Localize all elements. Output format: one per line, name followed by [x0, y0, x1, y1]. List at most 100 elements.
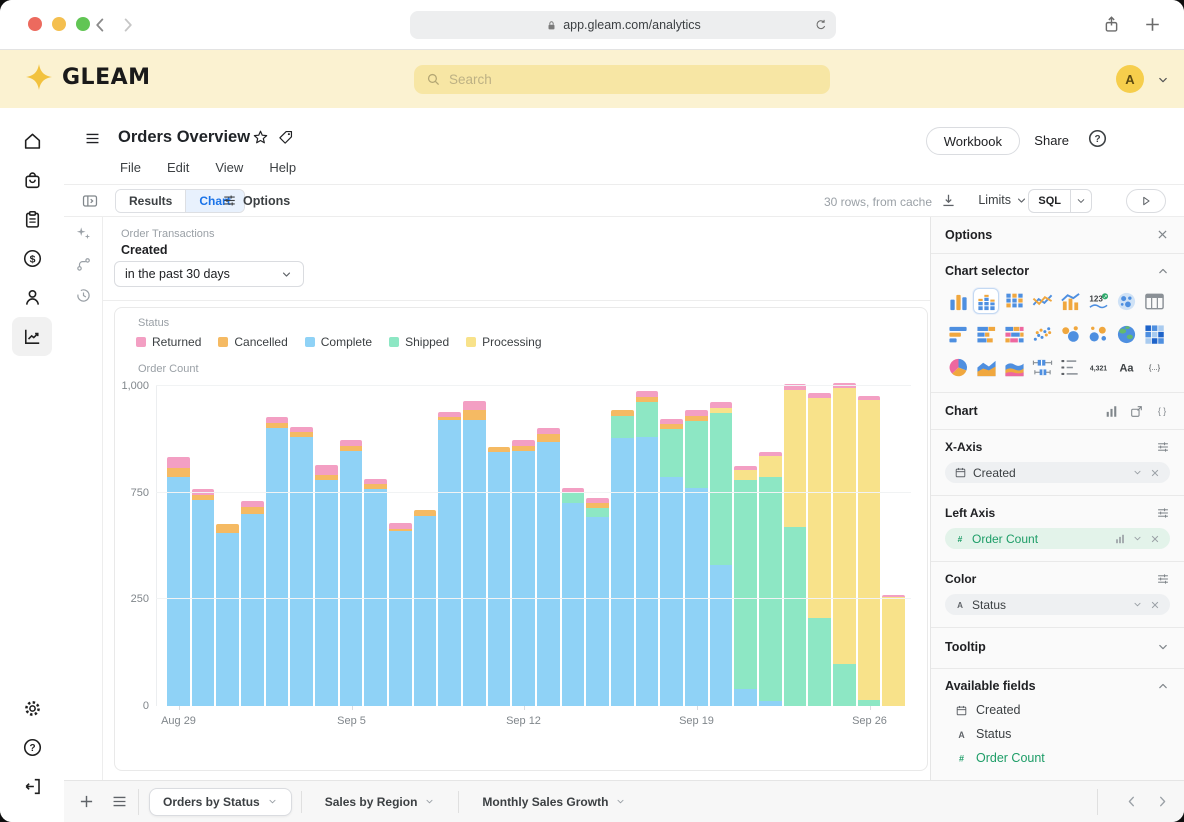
- legend-item-complete[interactable]: Complete: [305, 335, 372, 349]
- chart-type-column-stacked-icon[interactable]: [973, 288, 999, 314]
- download-icon[interactable]: [940, 192, 957, 209]
- tune-icon[interactable]: [1156, 506, 1170, 520]
- sidebar-item-home[interactable]: [12, 122, 52, 161]
- account-chevron-down-icon[interactable]: [1156, 73, 1170, 87]
- sidebar-item-customers[interactable]: [12, 278, 52, 317]
- chart-type-legend-list-icon[interactable]: [1058, 354, 1084, 380]
- chart-card[interactable]: Status ReturnedCancelledCompleteShippedP…: [114, 307, 928, 771]
- remove-field-icon[interactable]: [1149, 533, 1161, 545]
- chart-type-bubble-icon[interactable]: [1058, 321, 1084, 347]
- bar-sep-22[interactable]: [759, 452, 782, 706]
- menu-file[interactable]: File: [120, 160, 141, 175]
- window-minimize-button[interactable]: [52, 17, 66, 31]
- pages-menu-icon[interactable]: [111, 793, 128, 810]
- bar-aug-31[interactable]: [216, 524, 239, 706]
- bar-sep-14[interactable]: [562, 488, 585, 706]
- chart-type-area-icon[interactable]: [973, 354, 999, 380]
- sidebar-item-analytics[interactable]: [12, 317, 52, 356]
- remove-field-icon[interactable]: [1149, 599, 1161, 611]
- chart-type-geo-bubble-icon[interactable]: [1114, 288, 1140, 314]
- page-tab-sales-by-region[interactable]: Sales by Region: [311, 788, 450, 816]
- new-tab-icon[interactable]: [1143, 15, 1162, 34]
- tab-results[interactable]: Results: [116, 190, 185, 212]
- chart-type-area-stream-icon[interactable]: [1001, 354, 1027, 380]
- chart-type-column-bar-icon[interactable]: [945, 288, 971, 314]
- bar-sep-2[interactable]: [266, 417, 289, 706]
- close-icon[interactable]: [1155, 227, 1170, 242]
- sql-split-button[interactable]: SQL: [1028, 189, 1092, 213]
- tab-chevron-down-icon[interactable]: [615, 796, 626, 807]
- bar-sep-25[interactable]: [833, 383, 856, 706]
- sidebar-item-store[interactable]: [12, 161, 52, 200]
- page-tab-monthly-sales-growth[interactable]: Monthly Sales Growth: [468, 788, 640, 816]
- legend-item-returned[interactable]: Returned: [136, 335, 201, 349]
- chart-type-json-icon[interactable]: {...}: [1142, 354, 1168, 380]
- chevron-down-icon[interactable]: [1156, 640, 1170, 654]
- bar-sep-19[interactable]: [685, 410, 708, 706]
- share-button[interactable]: Share: [1034, 133, 1069, 148]
- bar-sep-15[interactable]: [586, 498, 609, 706]
- chart-type-globe-icon[interactable]: [1114, 321, 1140, 347]
- bar-sep-9[interactable]: [438, 412, 461, 706]
- chart-type-horizontal-stacked-icon[interactable]: [973, 321, 999, 347]
- sidebar-item-help[interactable]: ?: [12, 728, 52, 767]
- bar-sep-10[interactable]: [463, 401, 486, 706]
- window-close-button[interactable]: [28, 17, 42, 31]
- lineage-icon[interactable]: [75, 256, 92, 273]
- sidebar-item-logout[interactable]: [12, 767, 52, 806]
- chevron-down-icon[interactable]: [1132, 533, 1143, 544]
- window-zoom-button[interactable]: [76, 17, 90, 31]
- braces-icon[interactable]: { }: [1154, 403, 1170, 419]
- collapse-panel-icon[interactable]: [81, 192, 99, 210]
- bar-sep-24[interactable]: [808, 393, 831, 706]
- share-page-icon[interactable]: [1102, 15, 1121, 34]
- page-tab-orders-by-status[interactable]: Orders by Status: [149, 788, 292, 816]
- tag-icon[interactable]: [277, 129, 294, 146]
- sidebar-item-settings[interactable]: [12, 689, 52, 728]
- x-axis-field-pill[interactable]: Created: [945, 462, 1170, 483]
- refresh-icon[interactable]: [814, 18, 828, 32]
- prev-page-icon[interactable]: [1124, 794, 1139, 809]
- chart-type-big-number-icon[interactable]: 4,321: [1086, 354, 1112, 380]
- sidebar-item-orders[interactable]: [12, 200, 52, 239]
- global-search-input[interactable]: Search: [414, 65, 830, 94]
- bar-sep-1[interactable]: [241, 501, 264, 706]
- field-created[interactable]: Created: [955, 703, 1170, 717]
- bar-sep-17[interactable]: [636, 391, 659, 706]
- bar-sep-7[interactable]: [389, 523, 412, 706]
- sql-chevron-down-icon[interactable]: [1070, 190, 1091, 212]
- favorite-star-icon[interactable]: [252, 129, 269, 146]
- chart-type-scatter-icon[interactable]: [1029, 321, 1055, 347]
- bar-sep-21[interactable]: [734, 466, 757, 706]
- chart-type-horizontal-stacked-multi-icon[interactable]: [1001, 321, 1027, 347]
- bar-sep-26[interactable]: [858, 396, 881, 706]
- export-window-icon[interactable]: [1129, 404, 1144, 419]
- chart-type-box-plot-icon[interactable]: [1029, 354, 1055, 380]
- tune-icon[interactable]: [1156, 572, 1170, 586]
- chevron-up-icon[interactable]: [1156, 264, 1170, 278]
- chart-type-column-heat-icon[interactable]: [1001, 288, 1027, 314]
- avatar[interactable]: A: [1116, 65, 1144, 93]
- bar-sep-20[interactable]: [710, 402, 733, 706]
- tab-chevron-down-icon[interactable]: [424, 796, 435, 807]
- sidebar-item-billing[interactable]: $: [12, 239, 52, 278]
- color-field-pill[interactable]: A Status: [945, 594, 1170, 615]
- chart-type-combo-icon[interactable]: [1058, 288, 1084, 314]
- date-filter-select[interactable]: in the past 30 days: [114, 261, 304, 287]
- chart-type-text-icon[interactable]: Aa: [1114, 354, 1140, 380]
- browser-back-icon[interactable]: [90, 15, 110, 35]
- chart-type-kpi-123-icon[interactable]: 123↗: [1086, 288, 1112, 314]
- history-icon[interactable]: [75, 287, 92, 304]
- bar-sep-6[interactable]: [364, 479, 387, 706]
- address-bar[interactable]: app.gleam.com/analytics: [410, 11, 836, 39]
- tune-icon[interactable]: [1156, 440, 1170, 454]
- chart-type-table-columns-icon[interactable]: [1142, 288, 1168, 314]
- menu-edit[interactable]: Edit: [167, 160, 189, 175]
- menu-help[interactable]: Help: [269, 160, 296, 175]
- bar-sep-23[interactable]: [784, 384, 807, 706]
- tab-chevron-down-icon[interactable]: [267, 796, 278, 807]
- field-order-count[interactable]: #Order Count: [955, 751, 1170, 765]
- browser-forward-icon[interactable]: [118, 15, 138, 35]
- bar-sep-13[interactable]: [537, 428, 560, 706]
- bar-sep-4[interactable]: [315, 465, 338, 706]
